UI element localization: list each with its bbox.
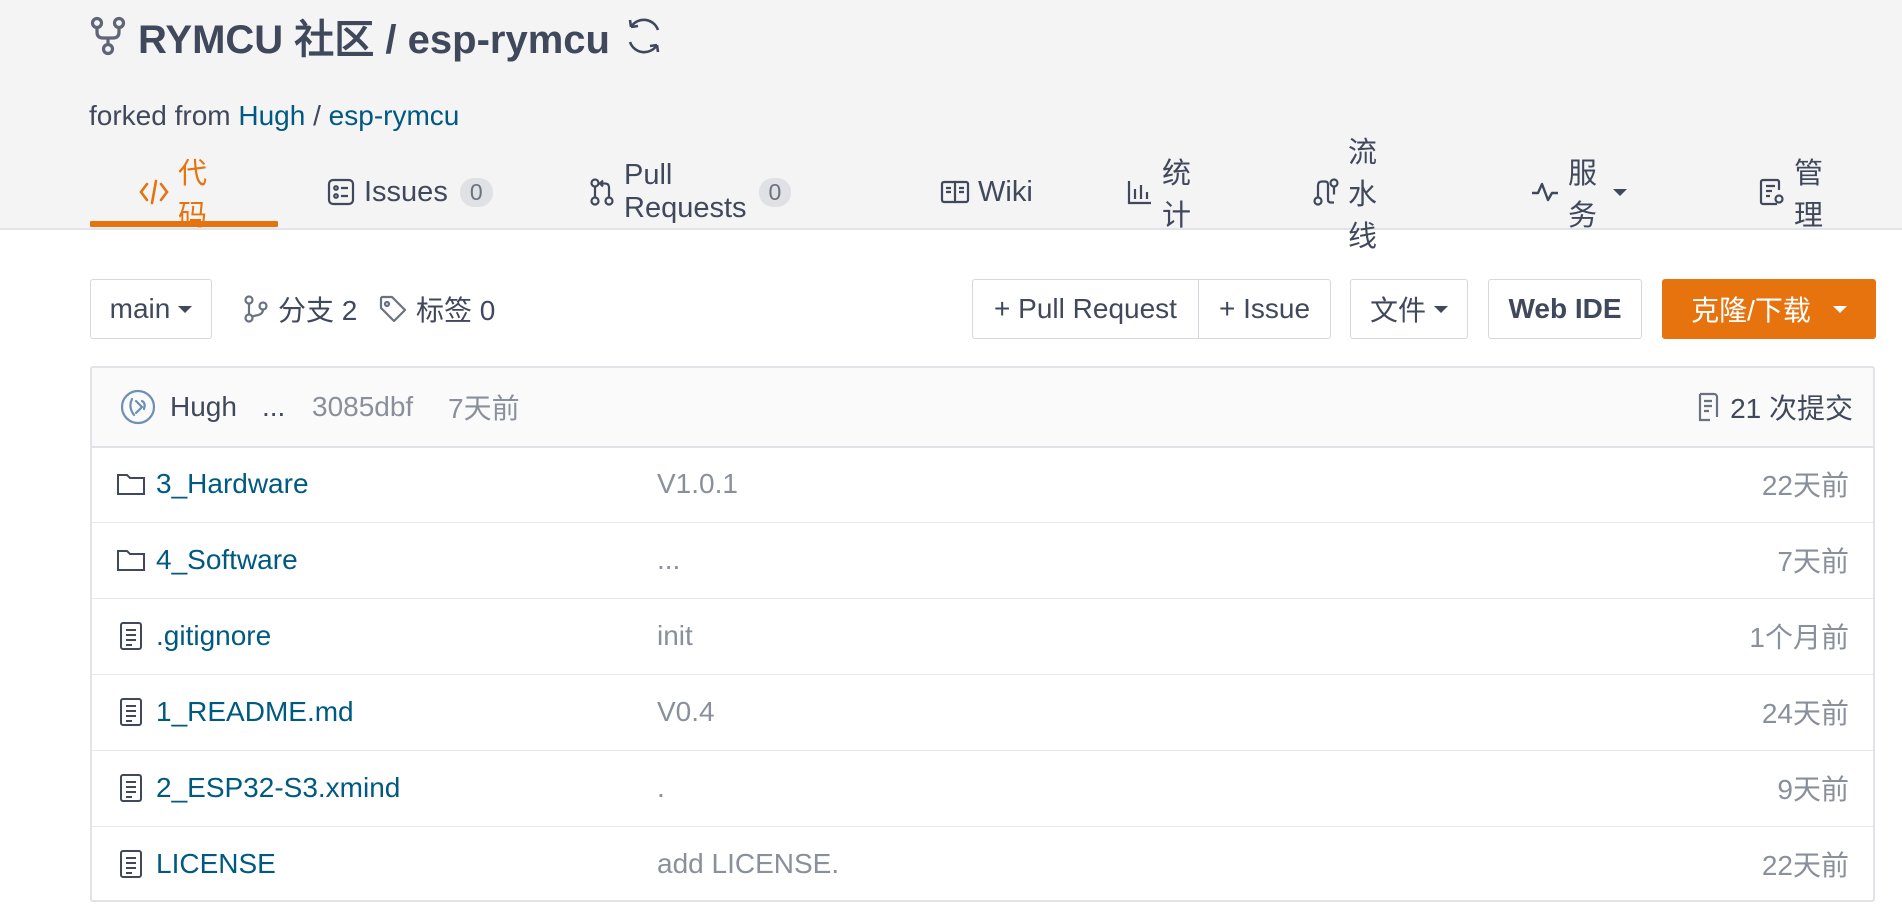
file-icon [116,773,146,803]
file-entry[interactable]: 3_Hardware [116,446,309,522]
settings-doc-icon [1758,177,1786,207]
commit-time: 7天前 [448,393,520,424]
file-icon [116,697,146,727]
table-row: 1_README.md V0.4 24天前 [92,674,1873,751]
activity-icon [1530,179,1560,205]
folder-icon [116,471,146,497]
bar-chart-icon [1126,178,1154,206]
chevron-down-icon [1613,188,1628,196]
chevron-down-icon [1434,305,1448,313]
file-entry[interactable]: 4_Software [116,522,298,598]
fork-owner-link[interactable]: Hugh [238,100,305,131]
commit-history-icon [1696,391,1722,423]
branch-select[interactable]: main [90,279,212,339]
tab-code[interactable]: 代码 [138,158,207,232]
file-entry[interactable]: 1_README.md [116,674,354,750]
tags-link[interactable]: 标签 0 [378,279,495,339]
table-row: 3_Hardware V1.0.1 22天前 [92,446,1873,523]
sync-icon[interactable] [622,14,666,58]
pull-requests-count-badge: 0 [758,177,792,207]
web-ide-button[interactable]: Web IDE [1488,279,1642,339]
issues-count-badge: 0 [459,177,493,207]
file-menu-button[interactable]: 文件 [1350,279,1468,339]
file-commit-time: 22天前 [1761,470,1849,501]
file-commit-time: 1个月前 [1749,622,1849,653]
file-commit-time: 24天前 [1761,698,1849,729]
file-commit-message[interactable]: . [657,750,665,826]
repo-title: RYMCU 社区 / esp-rymcu [90,8,666,64]
tab-services[interactable]: 服务 [1530,158,1628,232]
chevron-down-icon [178,305,193,313]
new-pull-request-button[interactable]: + Pull Request [972,279,1199,339]
file-icon [116,849,146,879]
tab-stats[interactable]: 统计 [1126,158,1191,232]
table-row: 2_ESP32-S3.xmind . 9天前 [92,750,1873,827]
file-icon [116,621,146,651]
tab-wiki[interactable]: Wiki [940,158,1033,226]
tab-pipelines[interactable]: 流水线 [1312,137,1377,253]
book-icon [940,179,970,205]
branch-icon [242,294,270,324]
folder-icon [116,547,146,573]
commit-message[interactable]: ... [262,368,285,446]
file-table: Hugh ... 3085dbf 7天前 21 次提交 3_Hardware V… [90,366,1875,902]
issues-icon [326,177,356,207]
fork-repo-link[interactable]: esp-rymcu [329,100,460,131]
avatar[interactable] [120,389,156,425]
file-commit-message[interactable]: init [657,598,693,674]
table-row: .gitignore init 1个月前 [92,598,1873,675]
file-commit-message[interactable]: add LICENSE. [657,826,839,902]
tab-pull-requests[interactable]: Pull Requests 0 [588,158,792,226]
latest-commit-bar: Hugh ... 3085dbf 7天前 21 次提交 [92,368,1873,448]
file-entry[interactable]: .gitignore [116,598,271,674]
file-commit-time: 9天前 [1777,774,1849,805]
new-issue-button[interactable]: + Issue [1198,279,1331,339]
pull-request-icon [588,177,616,207]
repo-owner-link[interactable]: RYMCU 社区 [138,18,374,62]
file-commit-message[interactable]: V0.4 [657,674,715,750]
chevron-down-icon [1832,305,1847,313]
tab-issues[interactable]: Issues 0 [326,158,493,226]
table-row: LICENSE add LICENSE. 22天前 [92,826,1873,902]
file-entry[interactable]: LICENSE [116,826,276,902]
commit-count-link[interactable]: 21 次提交 [1696,368,1853,446]
tag-icon [378,294,408,324]
fork-icon [90,16,126,56]
commit-author[interactable]: Hugh [170,368,237,446]
branches-link[interactable]: 分支 2 [242,279,357,339]
file-commit-message[interactable]: V1.0.1 [657,446,738,522]
active-tab-indicator [90,221,278,227]
repo-name-link[interactable]: esp-rymcu [408,18,610,62]
file-commit-time: 7天前 [1777,546,1849,577]
file-commit-message[interactable]: ... [657,522,680,598]
pipeline-icon [1312,177,1340,207]
commit-sha[interactable]: 3085dbf [312,368,413,446]
repo-header: RYMCU 社区 / esp-rymcu forked from Hugh / … [0,0,1902,253]
forked-from: forked from Hugh / esp-rymcu [89,100,460,131]
table-row: 4_Software ... 7天前 [92,522,1873,599]
tab-settings[interactable]: 管理 [1758,158,1823,232]
code-icon [138,178,170,206]
clone-download-button[interactable]: 克隆/下载 [1662,279,1876,339]
file-commit-time: 22天前 [1761,850,1849,881]
file-entry[interactable]: 2_ESP32-S3.xmind [116,750,400,826]
